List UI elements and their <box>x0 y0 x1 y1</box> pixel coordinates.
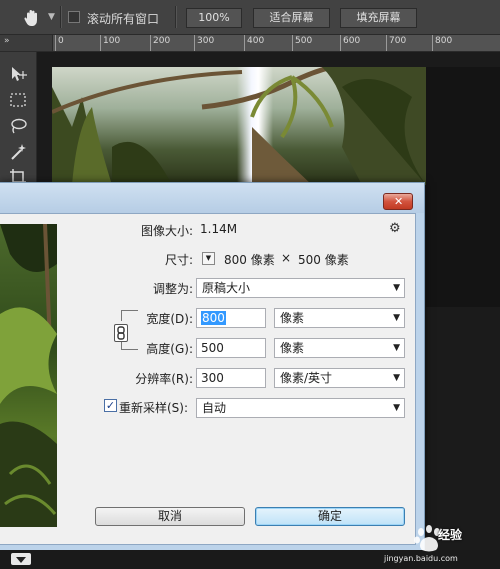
scroll-all-windows-label: 滚动所有窗口 <box>87 12 160 26</box>
separator <box>175 6 177 28</box>
chevron-down-icon: ▼ <box>393 343 400 353</box>
ruler-tick <box>194 35 195 51</box>
height-value: 500 <box>201 341 224 355</box>
fit-to-value: 原稿大小 <box>202 281 251 295</box>
resolution-unit-select[interactable]: 像素/英寸 ▼ <box>274 368 405 388</box>
ruler-tick <box>432 35 433 51</box>
dialog-client-area: 图像大小: 1.14M ⚙ 尺寸: ▼ 800 像素 × 500 像素 调整为:… <box>0 213 416 545</box>
check-icon: ✓ <box>105 399 116 412</box>
close-button[interactable]: ✕ <box>383 193 413 210</box>
resample-select[interactable]: 自动 ▼ <box>196 398 405 418</box>
dialog-titlebar[interactable] <box>0 183 424 213</box>
resolution-unit-value: 像素/英寸 <box>280 371 333 385</box>
options-bar: ▼ 滚动所有窗口 100% 适合屏幕 填充屏幕 <box>0 0 500 35</box>
ruler-label: 0 <box>58 36 64 46</box>
dimensions-width: 800 像素 <box>224 253 275 267</box>
width-unit-value: 像素 <box>280 311 305 325</box>
chevron-down-icon: ▼ <box>393 283 400 293</box>
resample-value: 自动 <box>202 401 227 415</box>
gear-icon[interactable]: ⚙ <box>389 221 401 236</box>
ruler-tick <box>340 35 341 51</box>
resolution-label: 分辨率(R): <box>135 372 193 386</box>
chevron-down-icon: ▼ <box>393 373 400 383</box>
fit-to-select[interactable]: 原稿大小 ▼ <box>196 278 405 298</box>
ruler-tick <box>386 35 387 51</box>
chain-link-icon <box>117 326 125 340</box>
close-icon: ✕ <box>394 195 404 208</box>
ruler-label: 100 <box>103 36 121 46</box>
marquee-tool-icon[interactable] <box>8 90 28 110</box>
ruler-label: 500 <box>295 36 313 46</box>
collapse-icon[interactable]: » <box>4 36 9 46</box>
resolution-value: 300 <box>201 371 224 385</box>
ruler-tick <box>100 35 101 51</box>
ruler-tick <box>150 35 151 51</box>
height-input[interactable]: 500 <box>196 338 266 358</box>
width-value: 800 <box>201 311 226 325</box>
canvas-image[interactable] <box>52 67 426 185</box>
dimensions-height: 500 像素 <box>298 253 349 267</box>
ok-button[interactable]: 确定 <box>255 507 405 526</box>
fit-screen-button[interactable]: 适合屏幕 <box>253 8 330 28</box>
ruler-label: 600 <box>343 36 361 46</box>
cancel-button[interactable]: 取消 <box>95 507 245 526</box>
fit-to-label: 调整为: <box>152 282 193 296</box>
ruler-label: 400 <box>247 36 265 46</box>
dimensions-dropdown-icon[interactable]: ▼ <box>202 252 215 265</box>
height-unit-value: 像素 <box>280 341 305 355</box>
magic-wand-tool-icon[interactable] <box>8 142 28 162</box>
dimensions-label: 尺寸: <box>164 253 193 267</box>
tools-panel <box>0 52 37 192</box>
separator <box>60 6 62 28</box>
dimensions-times: × <box>281 251 292 265</box>
lasso-tool-icon[interactable] <box>8 116 28 136</box>
width-unit-select[interactable]: 像素 ▼ <box>274 308 405 328</box>
width-input[interactable]: 800 <box>196 308 266 328</box>
ruler-label: 700 <box>389 36 407 46</box>
ruler-label: 800 <box>435 36 453 46</box>
width-label: 宽度(D): <box>146 312 193 326</box>
preview-foliage <box>0 224 57 527</box>
image-size-dialog: ✕ 图像大小: 1.14M ⚙ 尺寸: ▼ 800 像素 × 500 像素 调整… <box>0 182 425 552</box>
height-unit-select[interactable]: 像素 ▼ <box>274 338 405 358</box>
ruler-tick <box>292 35 293 51</box>
ruler-tick <box>55 35 56 51</box>
height-label: 高度(G): <box>146 342 193 356</box>
ruler-tick <box>244 35 245 51</box>
preview-image[interactable] <box>0 224 57 527</box>
watermark-url: jingyan.baidu.com <box>384 554 458 563</box>
resample-label: 重新采样(S): <box>119 401 189 415</box>
scroll-all-windows-checkbox[interactable] <box>68 11 80 23</box>
image-size-label: 图像大小: <box>140 224 193 238</box>
resolution-input[interactable]: 300 <box>196 368 266 388</box>
move-tool-icon[interactable] <box>8 64 28 84</box>
jungle-foliage-image <box>52 67 426 185</box>
chevron-down-icon: ▼ <box>393 403 400 413</box>
hand-tool-icon[interactable] <box>22 8 42 28</box>
workspace-background <box>426 67 500 307</box>
chevron-down-icon: ▼ <box>393 313 400 323</box>
tool-preset-dropdown-icon[interactable]: ▼ <box>48 12 55 22</box>
tool-triangle-icon[interactable] <box>10 552 32 566</box>
panel-collapse-corner[interactable]: » <box>0 35 53 51</box>
ruler-label: 200 <box>153 36 171 46</box>
resample-checkbox[interactable]: ✓ <box>104 399 117 412</box>
ruler-label: 300 <box>197 36 215 46</box>
image-size-value: 1.14M <box>200 222 238 236</box>
zoom-100-button[interactable]: 100% <box>186 8 242 28</box>
fill-screen-button[interactable]: 填充屏幕 <box>340 8 417 28</box>
horizontal-ruler: » 0 100 200 300 400 500 600 700 800 <box>0 35 500 52</box>
watermark-text: 经验 <box>438 528 463 542</box>
